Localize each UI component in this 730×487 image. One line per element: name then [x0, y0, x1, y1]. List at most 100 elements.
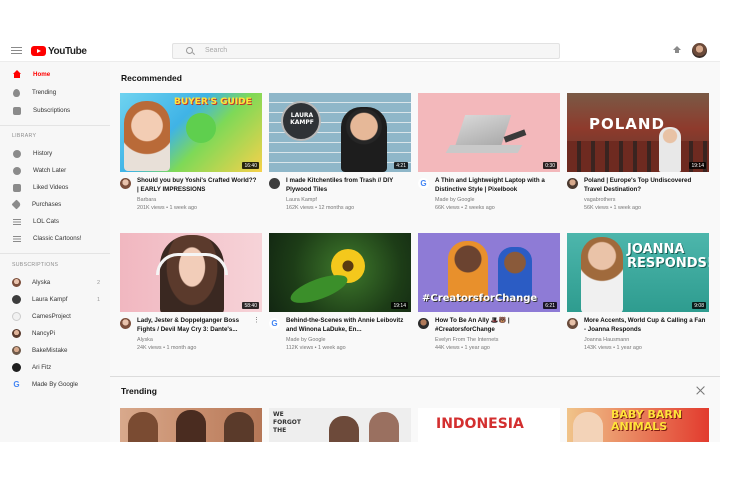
- close-icon[interactable]: [696, 386, 705, 395]
- sidebar-item-purchases[interactable]: Purchases: [0, 196, 110, 213]
- headphones: [156, 253, 228, 275]
- sidebar-item-label: Liked Videos: [33, 184, 69, 191]
- more-options-icon[interactable]: ⋮: [253, 317, 260, 324]
- channel-avatar[interactable]: [269, 178, 280, 189]
- channel-avatar[interactable]: [418, 318, 429, 329]
- channel-name[interactable]: vagabrothers: [584, 197, 615, 203]
- google-icon[interactable]: G: [269, 318, 280, 329]
- subscriptions-heading: SUBSCRIPTIONS: [12, 262, 59, 268]
- video-thumbnail[interactable]: 19:14: [269, 233, 411, 312]
- channel-name[interactable]: Joanna Hausmann: [584, 337, 629, 343]
- google-icon[interactable]: G: [418, 178, 429, 189]
- sidebar-item-subscriptions[interactable]: Subscriptions: [0, 102, 110, 119]
- sidebar-item-label: Home: [33, 71, 51, 78]
- channel-avatar[interactable]: [120, 318, 131, 329]
- avatar[interactable]: [692, 43, 707, 58]
- sidebar-item-label: Classic Cartoons!: [33, 235, 82, 242]
- duration-badge: 0:30: [543, 162, 557, 169]
- trending-thumbnail[interactable]: BABY BARN ANIMALS: [567, 408, 709, 442]
- sidebar-sub-ari-fitz[interactable]: Ari Fitz: [0, 359, 110, 376]
- thumbnail-person: [573, 412, 603, 442]
- video-title[interactable]: How To Be An Ally 🎩🐻 | #CreatorsforChang…: [435, 317, 557, 334]
- video-meta: G Behind-the-Scenes with Annie Leibovitz…: [269, 317, 411, 359]
- video-card[interactable]: LAURA KAMPF 4:21 I made Kitchentiles fro…: [269, 93, 411, 219]
- channel-avatar[interactable]: [120, 178, 131, 189]
- sidebar-item-trending[interactable]: Trending: [0, 84, 110, 101]
- video-card[interactable]: POLAND 19:14 Poland | Europe's Top Undis…: [567, 93, 709, 219]
- thumbnail-overlay-text: INDONESIA: [436, 416, 524, 432]
- video-meta: How To Be An Ally 🎩🐻 | #CreatorsforChang…: [418, 317, 560, 359]
- channel-name[interactable]: Made by Google: [435, 197, 475, 203]
- sidebar-item-classic-cartoons[interactable]: Classic Cartoons!: [0, 230, 110, 247]
- video-thumbnail[interactable]: #CreatorsforChange 6:21: [418, 233, 560, 312]
- video-card[interactable]: 58:40 Lady, Jester & Doppelganger Boss F…: [120, 233, 262, 359]
- video-thumbnail[interactable]: LAURA KAMPF 4:21: [269, 93, 411, 172]
- sidebar-item-label: History: [33, 150, 53, 157]
- sidebar-sub-bakemistake[interactable]: BakeMistake: [0, 342, 110, 359]
- sidebar-item-lol-cats[interactable]: LOL Cats: [0, 213, 110, 230]
- video-stats: 66K views • 2 weeks ago: [435, 205, 495, 211]
- video-title[interactable]: Should you buy Yoshi's Crafted World?? |…: [137, 177, 259, 194]
- channel-avatar[interactable]: [567, 318, 578, 329]
- menu-icon[interactable]: [11, 47, 22, 55]
- channel-name[interactable]: Laura Kampf: [286, 197, 317, 203]
- video-stats: 201K views • 1 week ago: [137, 205, 198, 211]
- video-thumbnail[interactable]: JOANNA RESPONDS! 9:08: [567, 233, 709, 312]
- sidebar-sub-nancypi[interactable]: NancyPi: [0, 325, 110, 342]
- search-icon[interactable]: [186, 47, 193, 54]
- youtube-logo[interactable]: YouTube: [31, 45, 87, 57]
- sidebar-item-watch-later[interactable]: Watch Later: [0, 162, 110, 179]
- flame-icon: [13, 88, 20, 97]
- sidebar-item-label: Trending: [32, 89, 57, 96]
- channel-name[interactable]: Evelyn From The Internets: [435, 337, 498, 343]
- video-thumbnail[interactable]: 0:30: [418, 93, 560, 172]
- video-stats: 56K views • 1 week ago: [584, 205, 642, 211]
- sidebar-item-liked-videos[interactable]: Liked Videos: [0, 179, 110, 196]
- sidebar-item-home[interactable]: Home: [0, 66, 110, 83]
- video-title[interactable]: More Accents, World Cup & Calling a Fan …: [584, 317, 706, 334]
- video-thumbnail[interactable]: BUYER'S GUIDE 16:40: [120, 93, 262, 172]
- video-title[interactable]: Behind-the-Scenes with Annie Leibovitz a…: [286, 317, 408, 334]
- video-thumbnail[interactable]: 58:40: [120, 233, 262, 312]
- sidebar-sub-laura-kampf[interactable]: Laura Kampf 1: [0, 291, 110, 308]
- video-thumbnail[interactable]: POLAND 19:14: [567, 93, 709, 172]
- thumbnail-person: [369, 412, 399, 442]
- sidebar-item-label: BakeMistake: [32, 347, 68, 354]
- play-logo-icon: [31, 46, 46, 56]
- channel-name[interactable]: Alyska: [137, 337, 153, 343]
- sidebar-sub-made-by-google[interactable]: G Made By Google: [0, 376, 110, 393]
- video-card[interactable]: 19:14 G Behind-the-Scenes with Annie Lei…: [269, 233, 411, 359]
- sidebar-item-label: Purchases: [32, 201, 62, 208]
- thumbnail-person: [176, 410, 206, 442]
- sidebar-sub-camesproject[interactable]: CamesProject: [0, 308, 110, 325]
- video-title[interactable]: I made Kitchentiles from Trash // DIY Pl…: [286, 177, 408, 194]
- video-card[interactable]: #CreatorsforChange 6:21 How To Be An All…: [418, 233, 560, 359]
- channel-name[interactable]: Barbara: [137, 197, 156, 203]
- trending-thumbnail[interactable]: [120, 408, 262, 442]
- video-card[interactable]: JOANNA RESPONDS! 9:08 More Accents, Worl…: [567, 233, 709, 359]
- sidebar-item-history[interactable]: History: [0, 145, 110, 162]
- channel-name[interactable]: Made by Google: [286, 337, 326, 343]
- video-title[interactable]: A Thin and Lightweight Laptop with a Dis…: [435, 177, 557, 194]
- sidebar-item-label: Ari Fitz: [32, 364, 52, 371]
- upload-icon[interactable]: [673, 46, 681, 56]
- trending-thumbnail[interactable]: INDONESIA: [418, 408, 560, 442]
- thumbnail-overlay-text: #CreatorsforChange: [422, 293, 538, 304]
- sidebar-sub-alyska[interactable]: Alyska 2: [0, 274, 110, 291]
- channel-avatar[interactable]: [567, 178, 578, 189]
- avatar: [12, 312, 21, 321]
- video-card[interactable]: BUYER'S GUIDE 16:40 Should you buy Yoshi…: [120, 93, 262, 219]
- sidebar-item-label: Alyska: [32, 279, 51, 286]
- thumbnail-puppet: [498, 247, 532, 299]
- duration-badge: 19:14: [689, 162, 706, 169]
- search-input[interactable]: Search: [172, 43, 560, 59]
- video-title[interactable]: Lady, Jester & Doppelganger Boss Fights …: [137, 317, 259, 334]
- video-meta: Lady, Jester & Doppelganger Boss Fights …: [120, 317, 262, 359]
- duration-badge: 6:21: [543, 302, 557, 309]
- section-title-trending: Trending: [121, 386, 157, 396]
- sidebar-item-label: Laura Kampf: [32, 296, 68, 303]
- video-title[interactable]: Poland | Europe's Top Undiscovered Trave…: [584, 177, 706, 194]
- playlist-icon: [13, 218, 21, 226]
- trending-thumbnail[interactable]: WE FORGOT THE: [269, 408, 411, 442]
- video-card[interactable]: 0:30 G A Thin and Lightweight Laptop wit…: [418, 93, 560, 219]
